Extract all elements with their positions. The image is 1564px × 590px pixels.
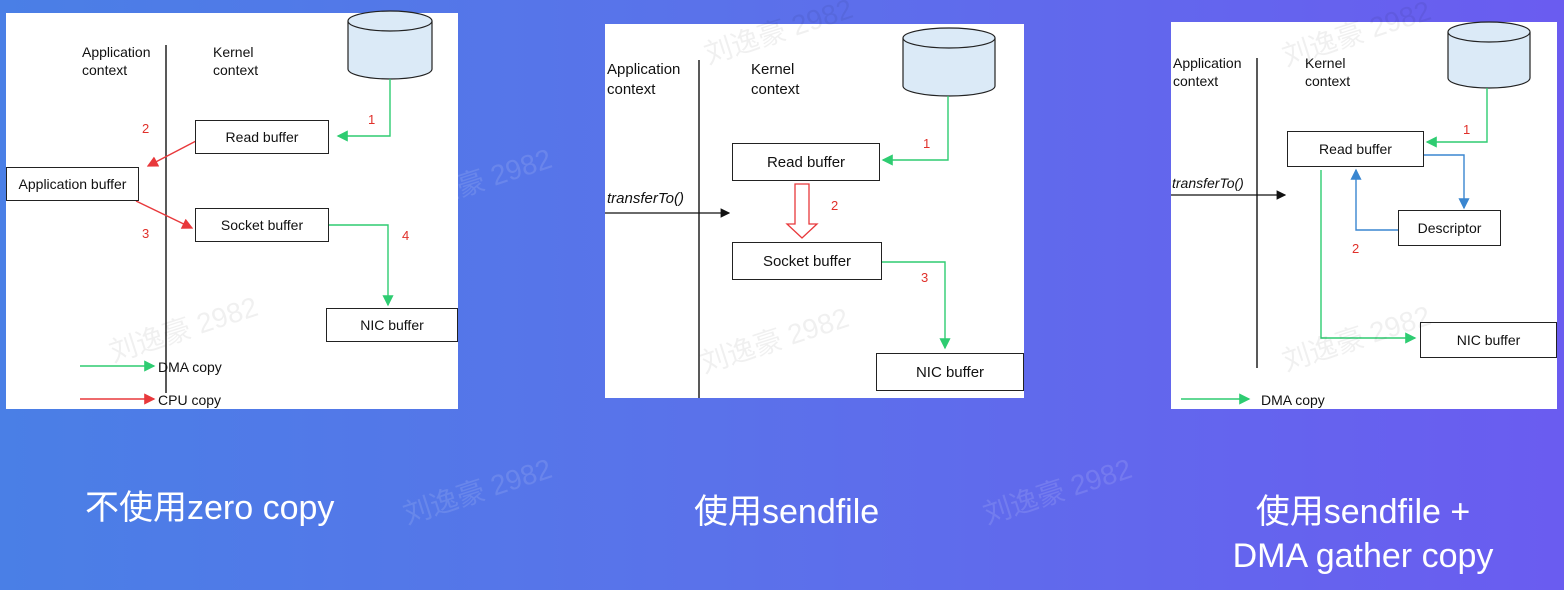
cpu-arrow-2 (146, 140, 197, 167)
nic-buffer: NIC buffer (326, 308, 458, 342)
nic-buffer: NIC buffer (876, 353, 1024, 391)
dma-arrow-3 (881, 261, 951, 350)
step-number: 1 (1463, 122, 1471, 137)
step-number: 3 (921, 270, 929, 285)
dma-arrow-4 (328, 224, 394, 307)
nic-buffer: NIC buffer (1420, 322, 1557, 358)
transferto-label: transferTo() (1172, 175, 1244, 191)
legend-dma-label: DMA copy (1261, 392, 1325, 408)
application-context-label: Application context (82, 44, 151, 78)
cpu-hollow-arrow-2 (785, 183, 819, 239)
step-number: 1 (368, 112, 376, 127)
dma-arrow-1 (881, 96, 949, 166)
read-buffer: Read buffer (732, 143, 880, 181)
transferto-label: transferTo() (607, 190, 684, 207)
watermark: 刘逸豪 2982 (979, 452, 1136, 530)
disk-icon (1447, 21, 1531, 89)
disk-icon (902, 27, 996, 97)
descriptor-back-arrow (1350, 168, 1398, 231)
caption-no-zero-copy: 不使用zero copy (85, 489, 335, 527)
read-buffer: Read buffer (1287, 131, 1424, 167)
dma-arrow-1 (1425, 88, 1488, 148)
dma-arrow-1 (336, 79, 391, 142)
caption-sendfile-gather-line2: DMA gather copy (1232, 537, 1494, 575)
legend-cpu-label: CPU copy (158, 392, 222, 408)
watermark: 刘逸豪 2982 (399, 452, 556, 530)
step-number: 3 (142, 226, 150, 241)
step-number: 1 (923, 136, 931, 151)
descriptor-arrow (1423, 154, 1470, 210)
kernel-context-label: Kernel context (213, 44, 259, 78)
kernel-context-label: Kernel context (1305, 55, 1351, 89)
caption-sendfile-gather-line1: 使用sendfile + (1255, 493, 1471, 531)
descriptor-box: Descriptor (1398, 210, 1501, 246)
application-buffer: Application buffer (6, 167, 139, 201)
legend-dma-label: DMA copy (158, 359, 222, 375)
disk-icon (347, 10, 433, 80)
diagram-sendfile: Application context Kernel context trans… (605, 0, 1024, 398)
caption-sendfile: 使用sendfile (694, 493, 880, 531)
read-buffer: Read buffer (195, 120, 329, 154)
step-number: 2 (831, 198, 839, 213)
socket-buffer: Socket buffer (732, 242, 882, 280)
dma-arrow-2 (1320, 170, 1417, 344)
step-number: 4 (402, 228, 410, 243)
socket-buffer: Socket buffer (195, 208, 329, 242)
application-context-label: Application context (607, 61, 681, 98)
application-context-label: Application context (1173, 55, 1242, 89)
kernel-context-label: Kernel context (751, 61, 800, 98)
cpu-arrow-3 (135, 200, 194, 229)
step-number: 2 (142, 121, 150, 136)
step-number: 2 (1352, 241, 1360, 256)
diagram-sendfile-gather: Application context Kernel context trans… (1171, 0, 1557, 409)
diagram-no-zero-copy: Application context Kernel context Read … (6, 10, 458, 409)
